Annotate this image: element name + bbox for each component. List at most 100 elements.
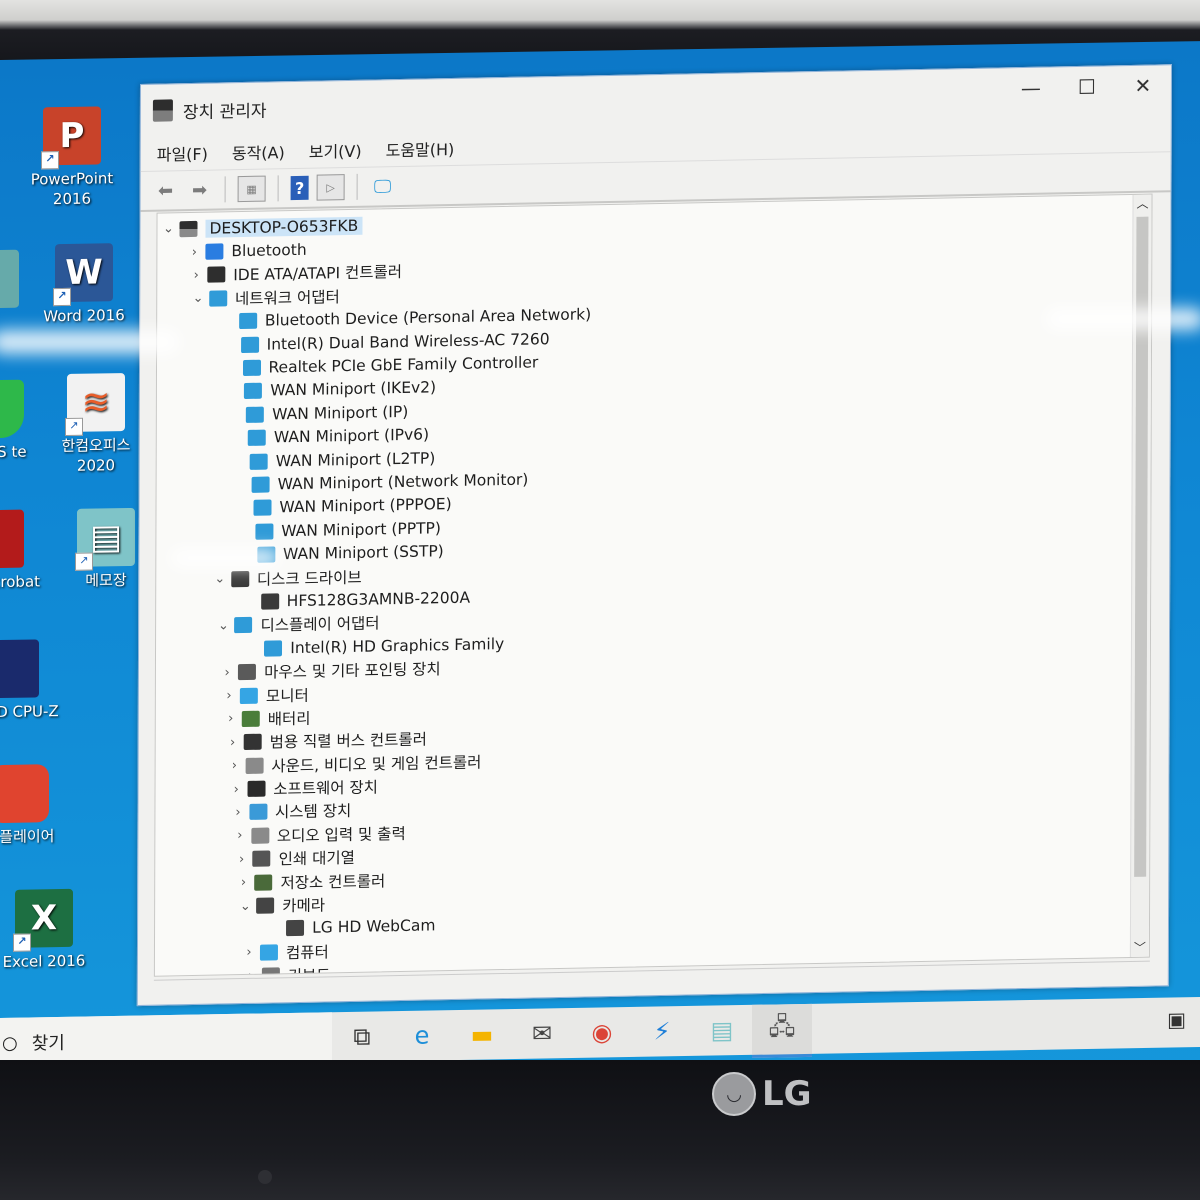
speaker-icon (245, 757, 264, 774)
close-button[interactable]: ✕ (1115, 65, 1171, 106)
shortcut-arrow-icon: ↗ (53, 287, 71, 307)
monitor-scan-icon[interactable]: 🖵 (370, 174, 396, 199)
tree-label: Bluetooth (231, 240, 307, 261)
tree-label: 마우스 및 기타 포인팅 장치 (264, 660, 441, 682)
shortcut-arrow-icon: ↗ (75, 552, 93, 571)
chevron-down-icon[interactable]: ⌄ (187, 291, 209, 306)
shortcut-arrow-icon: ↗ (41, 151, 59, 170)
device-tree: ⌄ DESKTOP-O653FKB › Bluetooth › IDE ATA/ATA… (155, 195, 1152, 977)
chevron-right-icon[interactable]: › (216, 665, 238, 680)
mouse-icon (238, 663, 257, 681)
desktop-icon-excel[interactable]: X ↗ Excel 2016 (0, 888, 94, 973)
task-view-icon[interactable]: ⧉ (332, 1011, 392, 1062)
network-adapter-icon (209, 290, 228, 307)
screen-glare (170, 548, 280, 568)
chevron-right-icon[interactable]: › (183, 244, 205, 259)
menu-view[interactable]: 보기(V) (309, 138, 362, 163)
monitor-bezel-bottom (0, 1060, 1200, 1200)
chevron-down-icon[interactable]: ⌄ (209, 571, 231, 586)
tree-label: 사운드, 비디오 및 게임 컨트롤러 (271, 753, 482, 776)
chevron-right-icon[interactable]: › (227, 805, 249, 820)
computer-icon (259, 944, 278, 961)
tree-label: WAN Miniport (IPv6) (273, 425, 430, 447)
chevron-down-icon[interactable]: ⌄ (157, 221, 179, 237)
gom-player-icon (0, 764, 49, 824)
tree-label: HFS128G3AMNB-2200A (286, 588, 471, 611)
chevron-right-icon[interactable]: › (223, 758, 245, 773)
app-bolt-icon[interactable]: ⚡ (632, 1006, 692, 1057)
toolbar-separator (277, 175, 279, 202)
edge-icon[interactable]: e (392, 1010, 452, 1061)
screen-glare (1045, 308, 1200, 330)
shortcut-arrow-icon: ↗ (13, 933, 31, 952)
keyboard-icon (261, 967, 280, 977)
scroll-down-icon[interactable]: ﹀ (1131, 939, 1149, 957)
chevron-right-icon[interactable]: › (225, 782, 247, 797)
toolbar-separator (224, 176, 226, 203)
chevron-right-icon[interactable]: › (220, 711, 242, 727)
tree-label: WAN Miniport (Network Monitor) (277, 470, 529, 494)
network-adapter-icon (253, 499, 272, 517)
chrome-icon[interactable]: ◉ (572, 1007, 632, 1058)
network-adapter-icon (251, 476, 270, 493)
window-title: 장치 관리자 (182, 101, 267, 123)
lg-logo-mark-icon: ◡ (712, 1072, 756, 1116)
desktop-icon-powerpoint[interactable]: P ↗ PowerPoint 2016 (22, 106, 122, 210)
back-arrow-icon[interactable]: ⬅ (153, 178, 179, 203)
run-icon[interactable]: ▷ (316, 174, 345, 201)
file-explorer-icon[interactable]: ▬ (452, 1009, 512, 1060)
menu-help[interactable]: 도움말(H) (386, 136, 455, 161)
chevron-right-icon[interactable]: › (240, 968, 262, 977)
search-icon: ○ (2, 1032, 18, 1054)
tree-label: 시스템 장치 (275, 802, 352, 822)
chevron-down-icon[interactable]: ⌄ (212, 618, 234, 633)
minimize-button[interactable]: — (1003, 67, 1059, 108)
menu-file[interactable]: 파일(F) (157, 141, 208, 166)
device-manager-icon (152, 99, 173, 122)
network-adapter-icon (240, 336, 259, 353)
tree-label: 배터리 (267, 709, 311, 729)
tree-label: Intel(R) HD Graphics Family (290, 634, 505, 657)
news-widget-icon[interactable]: ▣ (1167, 1007, 1186, 1031)
help-icon[interactable]: ? (290, 175, 309, 201)
properties-icon[interactable]: ▦ (237, 175, 266, 203)
mail-icon[interactable]: ✉ (512, 1008, 572, 1059)
device-manager-window: 장치 관리자 — ☐ ✕ 파일(F) 동작(A) 보기(V) 도움말(H) ⬅ … (136, 64, 1172, 1007)
chevron-down-icon[interactable]: ⌄ (234, 898, 256, 913)
network-adapter-icon (247, 429, 266, 447)
tree-label: Realtek PCIe GbE Family Controller (268, 353, 539, 377)
chevron-right-icon[interactable]: › (238, 945, 260, 960)
menu-action[interactable]: 동작(A) (232, 139, 285, 164)
notepad-taskbar-icon[interactable]: ▤ (692, 1005, 752, 1056)
disk-drive-icon (260, 593, 279, 610)
tree-label: 범용 직렬 버스 컨트롤러 (269, 730, 428, 752)
computer-root-icon (179, 220, 198, 237)
forward-arrow-icon[interactable]: ➡ (187, 178, 213, 203)
network-adapter-icon (244, 383, 263, 400)
battery-icon (241, 710, 260, 727)
maximize-button[interactable]: ☐ (1059, 66, 1115, 107)
tree-label: 모니터 (265, 686, 309, 706)
tree-label: 디스플레이 어댑터 (260, 614, 380, 636)
tree-label: WAN Miniport (PPTP) (281, 518, 441, 541)
desktop-icon-hancom-office[interactable]: ≋ ↗ 한컴오피스 2020 (46, 373, 146, 477)
chevron-right-icon[interactable]: › (229, 828, 251, 843)
desktop-icon-gom-player[interactable]: 곰플레이어 (0, 764, 70, 848)
disk-drive-icon (230, 570, 249, 587)
chevron-right-icon[interactable]: › (185, 268, 207, 283)
brand-label: LG (762, 1074, 812, 1114)
desktop-icon-cpuz[interactable]: CPUID CPU-Z (0, 639, 60, 723)
scroll-up-icon[interactable]: ︿ (1133, 195, 1151, 213)
chevron-right-icon[interactable]: › (232, 875, 254, 890)
cpuz-icon (0, 639, 39, 699)
device-tree-pane: ⌄ DESKTOP-O653FKB › Bluetooth › IDE ATA/ATA… (153, 193, 1153, 977)
desktop-icon-acrobat[interactable]: dobe crobat (0, 509, 45, 593)
chevron-right-icon[interactable]: › (222, 735, 244, 750)
desktop-icon-green-app[interactable]: ab VS te (0, 379, 45, 463)
device-manager-taskbar-icon[interactable]: 🖧 (752, 1003, 812, 1058)
network-adapter-icon (242, 359, 261, 377)
chevron-right-icon[interactable]: › (218, 688, 240, 703)
desktop-icon-word[interactable]: W ↗ Word 2016 (34, 243, 134, 327)
chevron-right-icon[interactable]: › (231, 852, 253, 867)
tree-label: 컴퓨터 (285, 943, 329, 963)
